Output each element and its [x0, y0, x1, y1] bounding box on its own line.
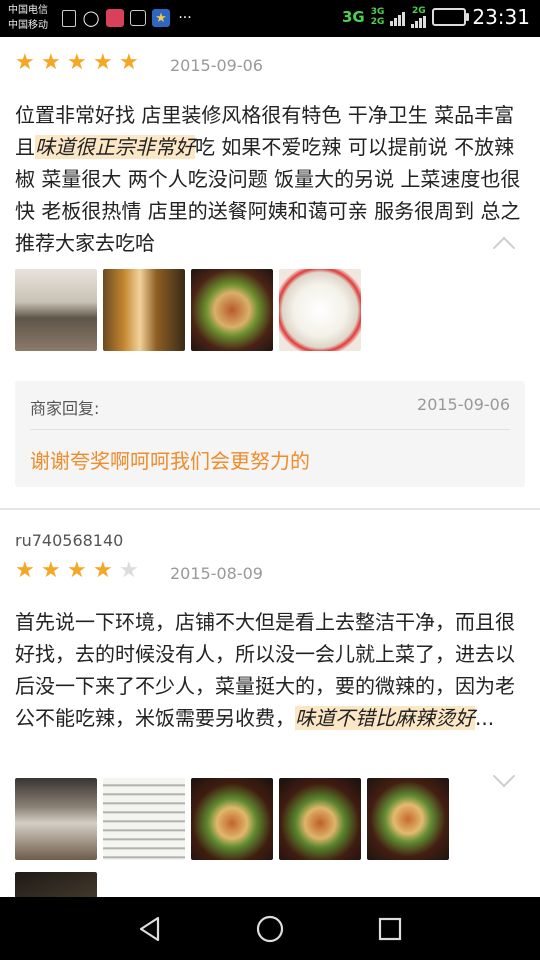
review-photo[interactable] — [15, 269, 97, 351]
review-photo[interactable] — [15, 778, 97, 860]
signal-icon — [390, 8, 406, 26]
star-rating: ★ ★ ★ ★ ★ — [15, 560, 145, 582]
reply-label: 商家回复: — [30, 399, 100, 418]
recents-square-icon — [378, 917, 402, 941]
battery-icon — [432, 8, 470, 26]
star-icon: ★ — [15, 558, 35, 583]
expand-chevron-icon[interactable] — [492, 764, 516, 788]
network-sim2: 2G — [370, 17, 385, 27]
home-button[interactable] — [250, 911, 290, 947]
image-icon — [130, 10, 146, 26]
star-icon: ★ — [15, 50, 35, 75]
review-date: 2015-09-06 — [170, 56, 263, 75]
star-icon: ★ — [67, 50, 87, 75]
merchant-reply: 商家回复: 2015-09-06 谢谢夸奖啊呵呵我们会更努力的 — [15, 381, 525, 487]
navigation-bar — [0, 897, 540, 960]
more-icon: ··· — [178, 10, 192, 26]
review-photo[interactable] — [103, 269, 185, 351]
reply-text: 谢谢夸奖啊呵呵我们会更努力的 — [30, 449, 310, 473]
notification-icons: ◯ ★ ··· — [62, 9, 194, 27]
reply-date: 2015-09-06 — [417, 395, 510, 414]
review-highlight: 味道不错比麻辣烫好 — [295, 706, 475, 730]
review-photo[interactable] — [191, 269, 273, 351]
star-app-icon: ★ — [152, 9, 170, 27]
app-badge-icon — [106, 9, 124, 27]
review-photo[interactable] — [15, 872, 97, 897]
star-icon: ★ — [41, 50, 61, 75]
review-text-part: ... — [475, 706, 495, 730]
network-stack: 3G 2G — [371, 7, 385, 27]
star-icon: ★ — [119, 50, 139, 75]
review-photos — [15, 778, 449, 860]
chat-bubble-icon: ◯ — [82, 9, 100, 27]
star-icon: ★ — [93, 50, 113, 75]
carrier-info: 中国电信 中国移动 — [8, 3, 48, 33]
carrier-2: 中国移动 — [8, 20, 48, 31]
review-photos-row2 — [15, 872, 97, 897]
reviewer-name[interactable]: ru740568140 — [15, 531, 123, 550]
recents-button[interactable] — [370, 911, 410, 947]
review-photos — [15, 269, 361, 351]
review-photo[interactable] — [367, 778, 449, 860]
status-right: 3G 3G 2G 2G 23:31 — [342, 5, 530, 29]
star-icon: ★ — [67, 558, 87, 583]
star-icon: ★ — [41, 558, 61, 583]
star-rating: ★ ★ ★ ★ ★ — [15, 52, 145, 74]
review-text[interactable]: 首先说一下环境，店铺不大但是看上去整洁干净，而且很好找，去的时候没有人，所以没一… — [15, 606, 530, 734]
review-photo[interactable] — [103, 778, 185, 860]
back-button[interactable] — [130, 911, 170, 947]
network-tag: 2G — [412, 6, 426, 16]
network-sim1: 3G — [370, 7, 385, 17]
review-highlight: 味道很正宗非常好 — [35, 135, 195, 159]
clock: 23:31 — [472, 5, 530, 29]
carrier-1: 中国电信 — [8, 5, 48, 16]
network-type: 3G — [341, 8, 365, 26]
status-bar: 中国电信 中国移动 ◯ ★ ··· 3G 3G 2G 2G 23:31 — [0, 0, 540, 37]
star-icon: ★ — [93, 558, 113, 583]
review-photo[interactable] — [279, 269, 361, 351]
home-circle-icon — [256, 915, 284, 943]
star-empty-icon: ★ — [119, 558, 139, 583]
review-photo[interactable] — [279, 778, 361, 860]
review-text[interactable]: 位置非常好找 店里装修风格很有特色 干净卫生 菜品丰富 且味道很正宗非常好吃 如… — [15, 99, 530, 259]
reply-divider — [30, 429, 510, 430]
reviews-list[interactable]: ★ ★ ★ ★ ★ 2015-09-06 位置非常好找 店里装修风格很有特色 干… — [0, 37, 540, 897]
review-photo[interactable] — [191, 778, 273, 860]
review-date: 2015-08-09 — [170, 564, 263, 583]
sim-icon — [62, 9, 76, 27]
signal-icon-2 — [411, 16, 427, 28]
back-triangle-icon — [139, 916, 160, 942]
review-divider — [0, 508, 540, 510]
